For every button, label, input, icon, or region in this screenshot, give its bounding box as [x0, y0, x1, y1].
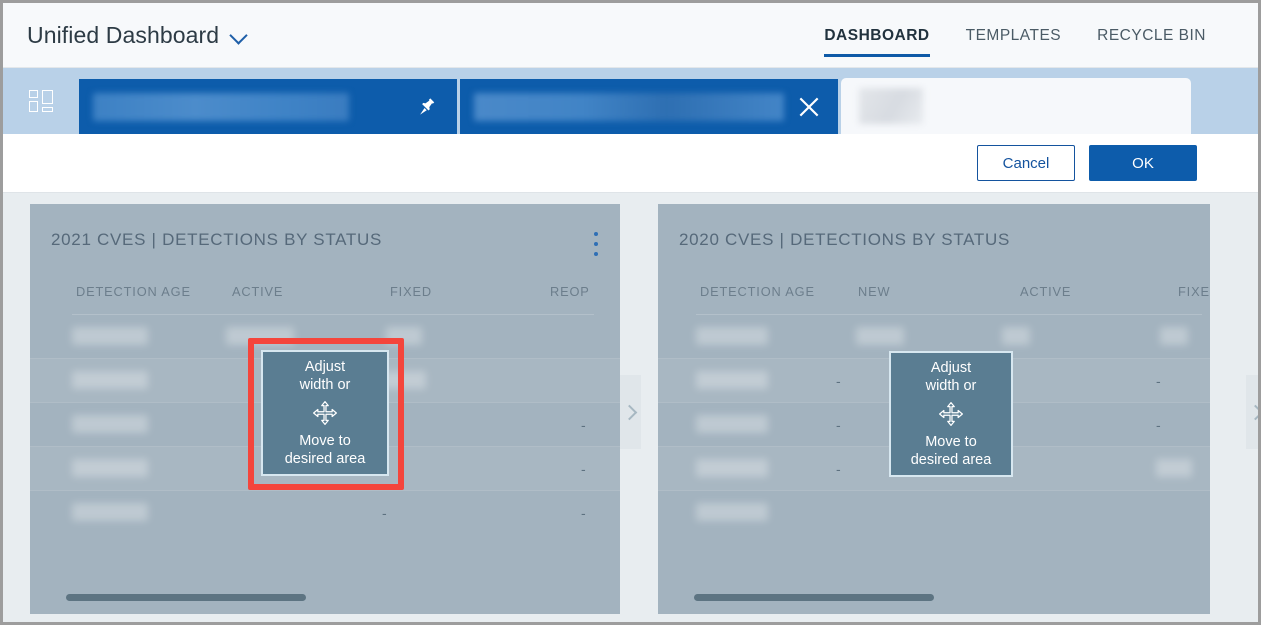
application-window: Unified Dashboard DASHBOARD TEMPLATES RE…	[0, 0, 1261, 625]
widget-scrollbar-thumb[interactable]	[66, 594, 306, 601]
column-header-reopened: REOP	[550, 284, 590, 299]
cell-value: -	[581, 505, 586, 521]
close-icon[interactable]	[794, 92, 824, 122]
dashboard-selector[interactable]: Unified Dashboard	[27, 22, 248, 49]
cell-value: -	[836, 461, 841, 477]
tab-dashboard[interactable]: DASHBOARD	[824, 3, 930, 68]
column-header-active: ACTIVE	[1020, 284, 1072, 299]
layout-toggle-button[interactable]	[3, 68, 79, 134]
table-header-row: DETECTION AGE NEW ACTIVE FIXE	[658, 284, 1210, 314]
column-header-fixed: FIXED	[390, 284, 432, 299]
cell-value: -	[836, 373, 841, 389]
column-header-active: ACTIVE	[232, 284, 284, 299]
chevron-right-icon-left-pane[interactable]	[620, 375, 641, 449]
app-header: Unified Dashboard DASHBOARD TEMPLATES RE…	[3, 3, 1258, 68]
action-bar: Cancel OK	[3, 134, 1258, 192]
dashboard-tab-inactive[interactable]	[841, 78, 1191, 134]
tab-templates[interactable]: TEMPLATES	[966, 3, 1062, 68]
drag-hint-line1: Adjust width or	[299, 358, 351, 393]
column-header-fixed: FIXE	[1178, 284, 1210, 299]
widget-title: 2020 CVES | DETECTIONS BY STATUS	[679, 230, 1011, 249]
main-navigation: DASHBOARD TEMPLATES RECYCLE BIN	[824, 3, 1206, 68]
tab-label-redacted	[474, 92, 784, 121]
table-row[interactable]: - -	[30, 491, 620, 535]
chevron-down-icon[interactable]	[230, 26, 248, 44]
drag-hint-line2: Move to desired area	[910, 434, 992, 469]
drag-hint-line2: Move to desired area	[284, 433, 366, 468]
dashboard-tab-active[interactable]	[460, 79, 838, 134]
pin-icon[interactable]	[413, 92, 443, 122]
cell-value: -	[581, 417, 586, 433]
table-row[interactable]	[658, 491, 1210, 535]
column-header-detection-age: DETECTION AGE	[76, 284, 191, 299]
tab-label-redacted	[93, 92, 349, 121]
dashboard-canvas: 2021 CVES | DETECTIONS BY STATUS DETECTI…	[3, 192, 1258, 622]
drag-hint-left[interactable]: Adjust width or Move to desired area	[261, 350, 389, 476]
ok-button[interactable]: OK	[1089, 145, 1197, 181]
column-header-new: NEW	[858, 284, 891, 299]
chevron-right-icon-right-pane[interactable]	[1246, 375, 1258, 449]
widget-scrollbar-track[interactable]	[658, 594, 1210, 602]
table-header-row: DETECTION AGE ACTIVE FIXED REOP	[30, 284, 620, 314]
drag-hint-right[interactable]: Adjust width or Move to desired area	[889, 351, 1013, 477]
dashboard-grid-icon	[29, 90, 53, 112]
widget-title: 2021 CVES | DETECTIONS BY STATUS	[51, 230, 383, 249]
move-arrows-icon	[313, 401, 337, 425]
column-header-detection-age: DETECTION AGE	[700, 284, 815, 299]
cell-value: -	[836, 417, 841, 433]
cell-value: -	[1156, 373, 1161, 389]
dashboard-tab-pinned[interactable]	[79, 79, 457, 134]
tab-recycle-bin[interactable]: RECYCLE BIN	[1097, 3, 1206, 68]
dashboard-tab-strip	[3, 68, 1258, 134]
cell-value: -	[1156, 417, 1161, 433]
widget-scrollbar-track[interactable]	[30, 594, 620, 602]
cell-value: -	[581, 461, 586, 477]
kebab-menu-icon[interactable]	[586, 229, 606, 259]
move-arrows-icon	[939, 402, 963, 426]
widget-scrollbar-thumb[interactable]	[694, 594, 934, 601]
cell-value: -	[382, 505, 387, 521]
page-title: Unified Dashboard	[27, 21, 220, 48]
cancel-button[interactable]: Cancel	[977, 145, 1075, 181]
tab-label-redacted	[859, 88, 923, 124]
drag-hint-line1: Adjust width or	[925, 359, 977, 394]
